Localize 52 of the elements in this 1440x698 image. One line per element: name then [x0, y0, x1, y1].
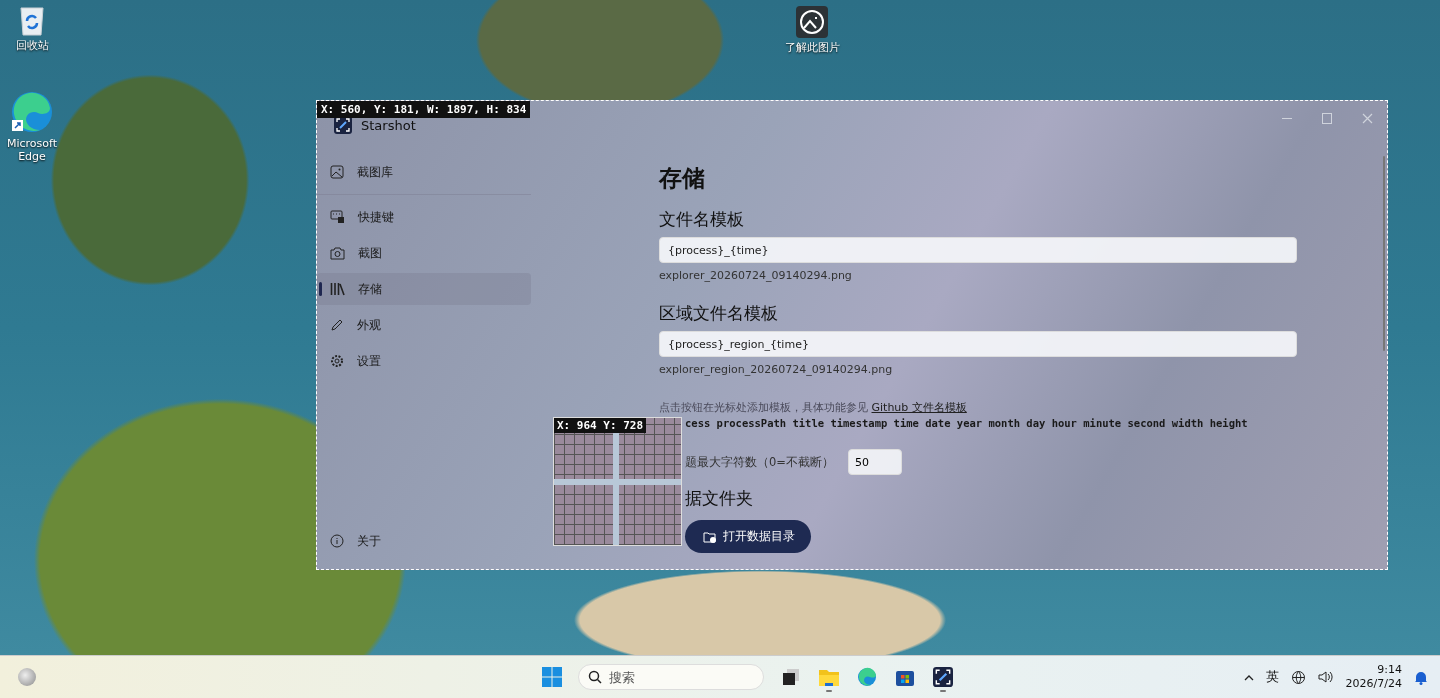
window-title: Starshot — [361, 117, 416, 133]
bell-icon[interactable] — [1414, 669, 1428, 685]
keyboard-icon — [330, 210, 345, 224]
desktop-icon-label[interactable]: Microsoft Edge — [0, 137, 67, 163]
books-icon — [330, 282, 345, 296]
filename-preview: explorer_20260724_09140294.png — [659, 269, 852, 282]
pen-icon — [330, 318, 344, 332]
clock-time[interactable]: 9:14 — [1377, 663, 1402, 677]
recycle-bin-icon[interactable] — [17, 4, 47, 36]
sidebar-item[interactable]: 存储 — [317, 273, 531, 305]
hint-text: 点击按钮在光标处添加模板，具体功能参见 Github 文件名模板 — [659, 400, 967, 415]
region-template-field[interactable]: {process}_region_{time} — [659, 331, 1297, 357]
section-heading: 据文件夹 — [685, 487, 753, 510]
sidebar-item[interactable]: 外观 — [317, 309, 531, 341]
capture-coordinates-label: X: 560, Y: 181, W: 1897, H: 834 — [317, 101, 531, 118]
filename-preview: explorer_region_20260724_09140294.png — [659, 363, 893, 376]
sidebar-item[interactable]: 关于 — [317, 525, 531, 557]
globe-icon[interactable] — [1290, 669, 1306, 685]
sidebar-item[interactable]: 快捷键 — [317, 201, 531, 233]
app-logo-icon[interactable] — [933, 667, 953, 687]
store-icon[interactable] — [896, 668, 914, 686]
input-method-indicator[interactable]: 英 — [1265, 668, 1279, 686]
section-heading: 区域文件名模板 — [659, 302, 778, 325]
github-link[interactable]: Github 文件名模板 — [871, 401, 967, 414]
open-data-folder-button[interactable]: 打开数据目录 — [685, 520, 811, 553]
sidebar-item[interactable]: 设置 — [317, 345, 531, 377]
folder-icon[interactable] — [819, 668, 839, 686]
max-chars-label: 题最大字符数（0=不截断） — [685, 454, 834, 470]
task-view-icon[interactable] — [782, 668, 800, 686]
edge-icon[interactable] — [857, 667, 877, 687]
clock-date[interactable]: 2026/7/24 — [1345, 677, 1402, 691]
magnifier-coordinates-label: X: 964 Y: 728 — [554, 418, 647, 433]
max-chars-field[interactable]: 50 — [847, 449, 902, 475]
desktop-icon-label[interactable]: 了解此图片 — [784, 41, 840, 54]
image-icon — [330, 165, 344, 179]
edge-icon[interactable] — [10, 90, 54, 134]
camera-icon — [330, 246, 345, 260]
desktop-icon-label[interactable]: 回收站 — [15, 39, 49, 52]
filename-template-field[interactable]: {process}_{time} — [659, 237, 1297, 263]
start-icon[interactable] — [542, 667, 562, 687]
chevron-up-icon[interactable] — [1243, 673, 1254, 681]
info-icon — [330, 534, 344, 548]
page-heading: 存储 — [659, 164, 705, 193]
sidebar-item[interactable]: 截图库 — [317, 156, 531, 188]
speaker-icon[interactable] — [1317, 670, 1334, 684]
settings-icon — [330, 354, 344, 368]
taskbar-search-field[interactable]: 搜索 — [578, 664, 764, 690]
template-variables[interactable]: cess processPath title timestamp time date year month day hour minute second width height — [685, 417, 1248, 429]
sidebar-item[interactable]: 截图 — [317, 237, 531, 269]
scrollbar[interactable] — [1383, 156, 1385, 351]
folder-icon — [703, 529, 717, 544]
section-heading: 文件名模板 — [659, 208, 744, 231]
